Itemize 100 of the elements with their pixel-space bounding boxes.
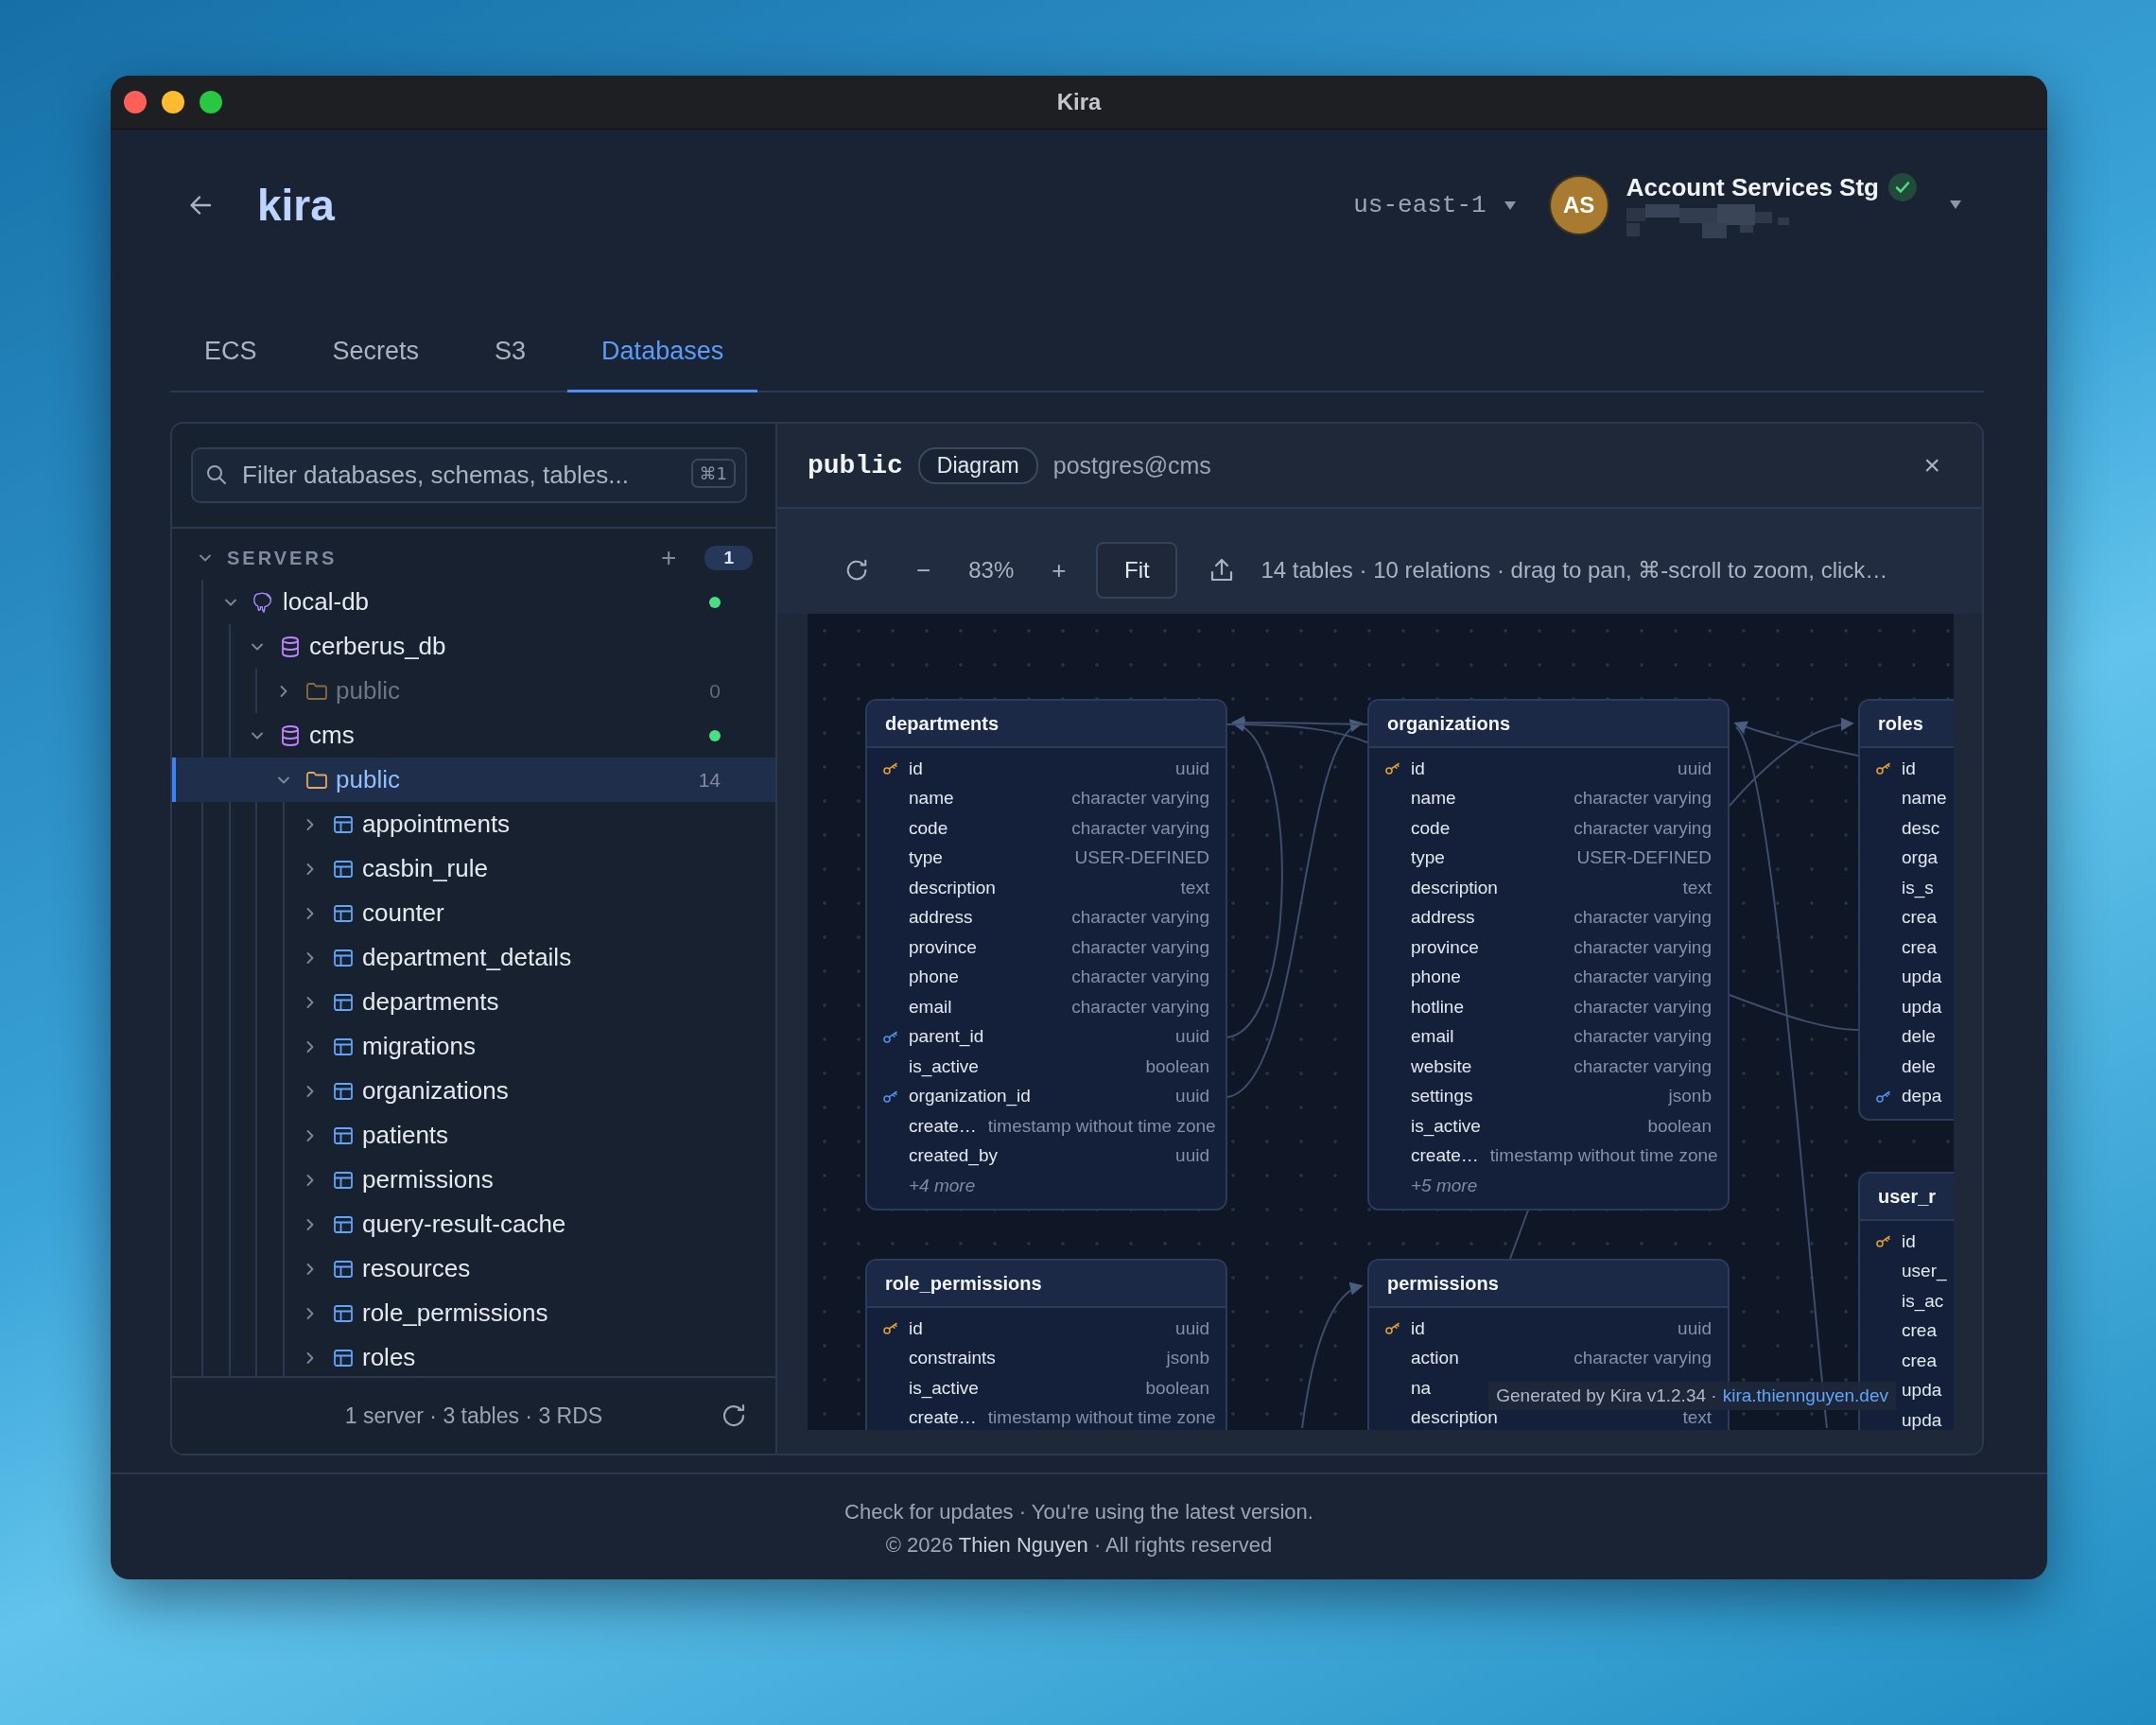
column-type: jsonb <box>1667 1086 1712 1107</box>
column-name: province <box>909 936 977 958</box>
column-type: text <box>1681 877 1712 898</box>
column-type: character varying <box>1070 996 1209 1018</box>
column-name: constraints <box>909 1348 996 1369</box>
column-name: parent_id <box>909 1026 984 1048</box>
column-name: code <box>1411 817 1451 839</box>
item-count: 0 <box>709 679 721 703</box>
column-type: character varying <box>1070 817 1209 839</box>
column-type: character varying <box>1070 788 1209 810</box>
column-name: name <box>1902 788 1947 810</box>
column-name: settings <box>1411 1086 1473 1107</box>
column-name: id <box>909 758 923 779</box>
column-name: create… <box>1411 1145 1479 1167</box>
column-name: is_ac <box>1902 1290 1944 1312</box>
column-type: timestamp without time zone <box>1488 1145 1718 1167</box>
column-name: na <box>1411 1377 1432 1399</box>
table-header: user_r <box>1860 1174 1954 1221</box>
column-name: dele <box>1902 1026 1936 1048</box>
section-title: SERVERS <box>227 547 338 569</box>
column-name: name <box>909 788 954 810</box>
more-columns-label: +4 more <box>909 1175 976 1196</box>
column-name: id <box>909 1317 923 1339</box>
rights-text: · All rights reserved <box>1093 1533 1273 1557</box>
column-type: character varying <box>1070 936 1209 958</box>
table-header: organizations <box>1369 701 1728 748</box>
column-type: uuid <box>1174 1145 1209 1167</box>
column-name: upda <box>1902 967 1942 988</box>
column-type: character varying <box>1573 1026 1712 1048</box>
column-type: timestamp without time zone <box>986 1115 1216 1137</box>
column-name: upda <box>1902 996 1942 1018</box>
column-name: email <box>909 996 952 1018</box>
item-count: 14 <box>698 768 721 792</box>
column-type: character varying <box>1573 996 1712 1018</box>
column-name: dele <box>1902 1055 1936 1077</box>
column-name: id <box>1902 758 1916 779</box>
column-type: uuid <box>1174 1086 1209 1107</box>
copyright-text: © 2026 <box>885 1533 954 1557</box>
schema-title: public <box>808 450 903 480</box>
server-count: 1 <box>704 546 753 570</box>
column-type: text <box>1179 877 1209 898</box>
column-name: name <box>1411 788 1456 810</box>
column-type: uuid <box>1174 758 1209 779</box>
column-type: uuid <box>1677 758 1712 779</box>
more-columns-label: +5 more <box>1411 1175 1478 1196</box>
column-type: character varying <box>1573 967 1712 988</box>
column-name: type <box>1411 847 1445 869</box>
column-name: depa <box>1902 1086 1942 1107</box>
column-type: character varying <box>1573 1348 1712 1369</box>
table-header: role_permissions <box>867 1261 1226 1308</box>
column-type: boolean <box>1646 1115 1712 1137</box>
column-type: character varying <box>1070 967 1209 988</box>
column-name: orga <box>1902 847 1939 869</box>
update-status: · You're using the latest version. <box>1018 1500 1313 1524</box>
column-name: crea <box>1902 907 1937 929</box>
column-name: organization_id <box>909 1086 1031 1107</box>
table-header: departments <box>867 701 1226 748</box>
author-name: Thien Nguyen <box>958 1533 1088 1557</box>
column-type: character varying <box>1573 1055 1712 1077</box>
column-name: code <box>909 817 948 839</box>
column-name: crea <box>1902 1350 1937 1371</box>
column-name: crea <box>1902 936 1937 958</box>
column-name: description <box>909 877 996 898</box>
window-title: Kira <box>1056 89 1102 115</box>
column-name: create… <box>909 1407 977 1429</box>
column-type: uuid <box>1677 1317 1712 1339</box>
column-name: id <box>1411 1317 1425 1339</box>
column-name: type <box>909 847 943 869</box>
column-name: email <box>1411 1026 1454 1048</box>
account-name: Account Services Stg <box>1626 172 1879 202</box>
column-name: user_ <box>1902 1261 1947 1282</box>
column-type: character varying <box>1573 817 1712 839</box>
column-type: boolean <box>1144 1377 1209 1399</box>
column-name: website <box>1411 1055 1472 1077</box>
column-name: is_active <box>909 1377 979 1399</box>
sidebar-summary: 1 server · 3 tables · 3 RDS <box>344 1403 603 1429</box>
column-name: phone <box>909 967 959 988</box>
table-header: roles <box>1860 701 1954 748</box>
column-type: USER-DEFINED <box>1073 847 1209 869</box>
column-name: description <box>1411 1407 1498 1429</box>
diagram-summary: 14 tables · 10 relations · drag to pan, ⌘-scroll to zoom, click… <box>1261 557 1888 584</box>
column-type: character varying <box>1573 907 1712 929</box>
table-header: permissions <box>1369 1261 1728 1308</box>
column-type: character varying <box>1573 936 1712 958</box>
column-name: desc <box>1902 817 1940 839</box>
column-type: character varying <box>1573 788 1712 810</box>
column-name: upda <box>1902 1380 1942 1402</box>
column-type: uuid <box>1174 1026 1209 1048</box>
column-name: created_by <box>909 1145 998 1167</box>
column-type: jsonb <box>1165 1348 1209 1369</box>
column-name: address <box>1411 907 1475 929</box>
column-type: timestamp without time zone <box>986 1407 1216 1429</box>
column-name: action <box>1411 1348 1459 1369</box>
column-name: address <box>909 907 973 929</box>
mode-tag: Diagram <box>917 446 1038 484</box>
column-name: upda <box>1902 1409 1942 1430</box>
avatar: AS <box>1550 177 1608 234</box>
column-name: crea <box>1902 1320 1937 1342</box>
column-type: uuid <box>1174 1317 1209 1339</box>
zoom-level: 83% <box>968 557 1015 584</box>
